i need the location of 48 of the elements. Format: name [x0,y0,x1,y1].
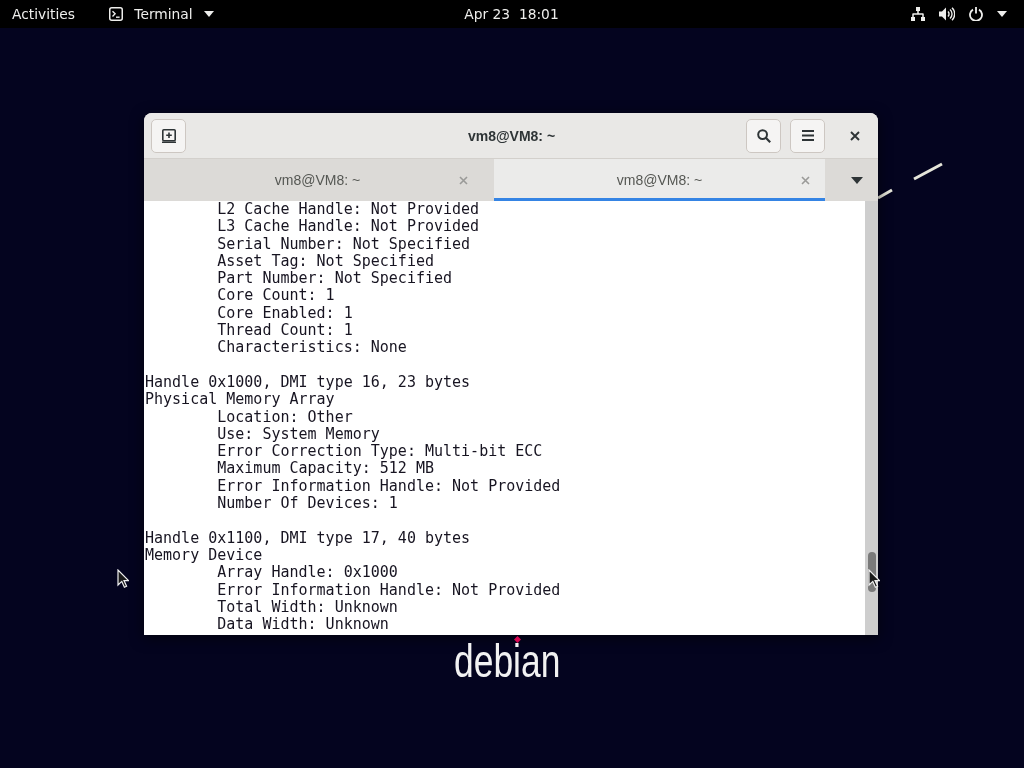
output-line: Use: System Memory [216,425,381,444]
caret-icon[interactable] [997,11,1007,17]
wallpaper-streak [913,162,943,181]
menu-icon [801,130,814,141]
logo-wordmark: debian [454,644,561,680]
output-line: Physical Memory Array [145,391,336,409]
output-line: Number Of Devices: 1 [216,495,399,513]
search-icon [756,128,771,143]
output-line: Location: Other [216,408,354,426]
activities-button[interactable]: Activities [12,6,75,22]
scrollbar[interactable] [865,201,878,635]
output-line: Total Width: Unknown [216,598,399,617]
tab[interactable]: vm8@VM8: ~ [494,159,825,201]
output-line: Characteristics: None [216,339,408,357]
mouse-pointer-icon [868,569,880,588]
output-line: Memory Device [145,546,264,565]
power-icon[interactable] [969,7,983,21]
caret-icon [851,176,863,184]
output-line: Data Width: Unknown [216,616,390,634]
output-line: Asset Tag: Not Specified [216,252,434,271]
caret-icon [204,11,215,17]
volume-icon[interactable] [939,7,955,21]
output-line: Thread Count: 1 [216,322,354,340]
output-line: Part Number: Not Specified [216,270,454,288]
clock-button[interactable]: Apr 23 18:01 [464,6,559,22]
output-line: Error Information Handle: Not Provided [216,581,562,599]
output-line: Handle 0x1100, DMI type 17, 40 bytes [145,529,472,547]
menu-button[interactable] [790,118,825,153]
output-line: Core Enabled: 1 [216,304,354,323]
output-line: L3 Cache Handle: Not Provided [216,218,481,236]
output-line: L2 Cache Handle: Not Provided [216,201,481,219]
output-line: Error Correction Type: Multi-bit ECC [216,443,544,461]
output-line: Serial Number: Not Specified [216,235,472,253]
search-button[interactable] [746,118,781,153]
window-title: vm8@VM8: ~ [467,127,556,144]
mouse-pointer-icon [117,569,129,588]
output-line: Core Count: 1 [216,287,336,305]
network-icon[interactable] [911,7,925,21]
output-line: Maximum Capacity: 512 MB [216,460,435,478]
new-tab-button[interactable] [151,118,186,153]
output-line: Array Handle: 0x1000 [216,564,399,582]
app-menu-button[interactable]: Terminal [106,6,215,22]
output-line: Error Information Handle: Not Provided [216,477,562,496]
close-icon [850,130,860,141]
tab[interactable]: vm8@VM8: ~ [152,159,483,201]
new-tab-icon [161,128,176,143]
terminal-icon [108,7,123,21]
output-line: Handle 0x1000, DMI type 16, 23 bytes [145,373,472,392]
